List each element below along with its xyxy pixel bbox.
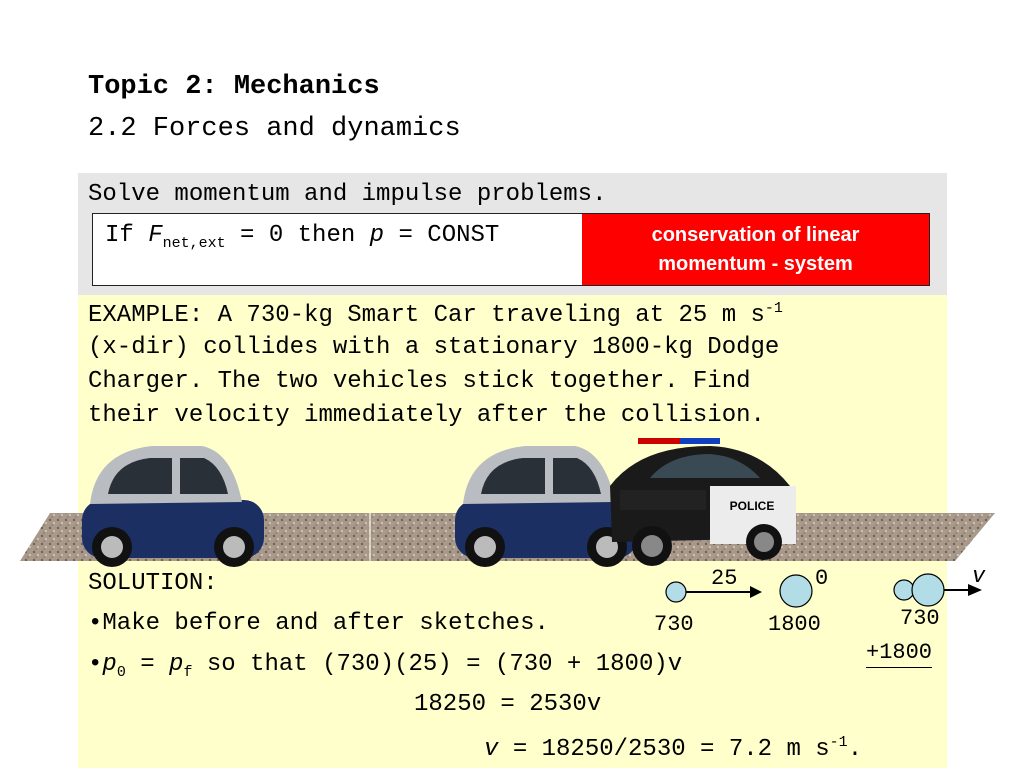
- solution-equation-2: v = 18250/2530 = 7.2 m s-1.: [484, 734, 863, 763]
- collision-scene: POLICE: [20, 438, 995, 567]
- solution-bullet-1: •Make before and after sketches.: [88, 610, 549, 637]
- ball-smart-car: [665, 581, 687, 603]
- smart-car-after: [455, 446, 637, 567]
- example-line-2: (x-dir) collides with a stationary 1800-…: [88, 334, 780, 361]
- example-line-3: Charger. The two vehicles stick together…: [88, 368, 751, 395]
- sketch-velocity-smart: 25: [711, 566, 738, 591]
- objective-text: Solve momentum and impulse problems.: [88, 181, 607, 208]
- solution-bullet-2: •p0 = pf so that (730)(25) = (730 + 1800…: [88, 651, 683, 681]
- conservation-label-line1: conservation of linear: [651, 223, 860, 246]
- rule-statement: If Fnet,ext = 0 then p = CONST: [105, 222, 499, 252]
- solution-heading: SOLUTION:: [88, 570, 218, 597]
- example-line-1: EXAMPLE: A 730-kg Smart Car traveling at…: [88, 300, 783, 329]
- smart-car-before: [82, 446, 264, 567]
- rule-momentum-symbol: p: [369, 222, 385, 249]
- conservation-label: conservation of linear momentum - system: [582, 214, 929, 285]
- rule-condition: = 0 then: [240, 222, 356, 249]
- sketch-velocity-charger: 0: [815, 566, 829, 591]
- sketch-mass-after-top: 730: [900, 606, 940, 631]
- ball-combined-small: [893, 579, 915, 601]
- rule-if: If: [105, 222, 134, 249]
- conservation-rule-box: If Fnet,ext = 0 then p = CONST conservat…: [92, 213, 930, 286]
- slide-title: Topic 2: Mechanics: [88, 72, 380, 102]
- sketch-mass-after-bottom: +1800: [866, 640, 933, 668]
- ball-charger: [779, 574, 813, 608]
- rule-result: = CONST: [398, 222, 500, 249]
- rule-force-symbol: F: [148, 222, 163, 249]
- example-line-4: their velocity immediately after the col…: [88, 402, 765, 429]
- sketch-mass-charger: 1800: [768, 612, 821, 637]
- rule-force-subscript: net,ext: [162, 234, 226, 252]
- ball-combined-large: [911, 573, 945, 607]
- sketch-velocity-after: v: [972, 564, 986, 589]
- slide-subtitle: 2.2 Forces and dynamics: [88, 114, 461, 144]
- sketch-mass-smart: 730: [654, 612, 694, 637]
- conservation-label-line2: momentum - system: [658, 252, 853, 275]
- solution-equation-1: 18250 = 2530v: [414, 691, 602, 718]
- velocity-arrowhead-before: [750, 586, 762, 598]
- police-decal: POLICE: [730, 499, 775, 513]
